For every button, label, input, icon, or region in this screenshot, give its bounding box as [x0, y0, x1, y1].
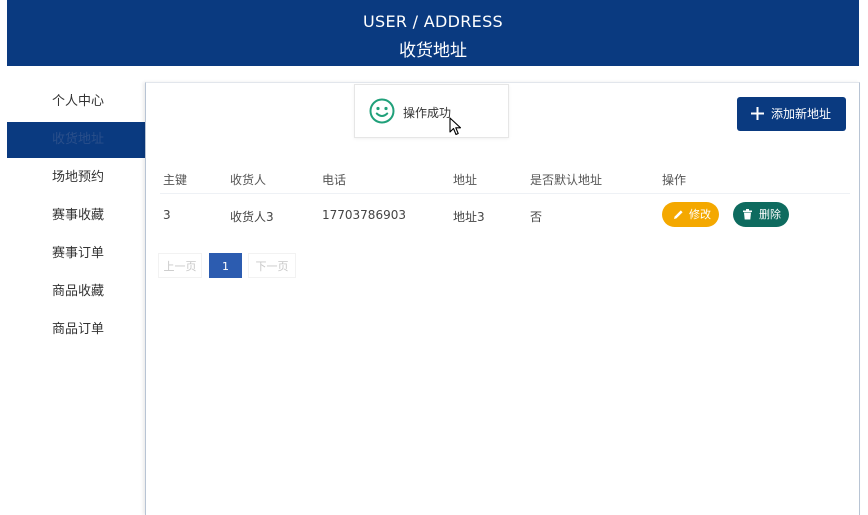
sidebar-item-venue-booking[interactable]: 场地预约 [7, 160, 146, 196]
add-address-button[interactable]: 添加新地址 [737, 97, 846, 131]
add-address-label: 添加新地址 [771, 107, 832, 121]
table-header-phone: 电话 [322, 173, 347, 187]
header-title-en: USER / ADDRESS [363, 12, 503, 31]
content-panel [145, 82, 860, 515]
plus-icon [751, 107, 764, 120]
cell-is-default: 否 [530, 210, 543, 224]
delete-button[interactable]: 删除 [733, 202, 789, 227]
sidebar-item-event-favorites[interactable]: 赛事收藏 [7, 198, 146, 234]
delete-label: 删除 [759, 208, 781, 221]
sidebar-item-personal-center[interactable]: 个人中心 [7, 84, 146, 120]
table-header-id: 主键 [163, 173, 188, 187]
sidebar-item-product-orders[interactable]: 商品订单 [7, 312, 146, 348]
pagination-prev[interactable]: 上一页 [158, 253, 202, 278]
table-header-address: 地址 [453, 173, 478, 187]
sidebar-item-event-orders[interactable]: 赛事订单 [7, 236, 146, 272]
toast-message: 操作成功 [403, 106, 452, 120]
cell-id: 3 [163, 208, 171, 222]
cell-receiver: 收货人3 [230, 210, 274, 224]
table-divider [160, 193, 850, 194]
table-header-actions: 操作 [662, 173, 687, 187]
smile-icon [369, 98, 395, 124]
cell-phone: 17703786903 [322, 208, 406, 222]
trash-icon [743, 209, 752, 220]
edit-button[interactable]: 修改 [662, 202, 719, 227]
mouse-cursor-icon [449, 117, 462, 136]
table-header-receiver: 收货人 [230, 173, 267, 187]
sidebar-item-product-favorites[interactable]: 商品收藏 [7, 274, 146, 310]
sidebar: 个人中心 收货地址 场地预约 赛事收藏 赛事订单 商品收藏 商品订单 [0, 84, 146, 354]
pagination-next[interactable]: 下一页 [248, 253, 296, 278]
pagination-current[interactable]: 1 [209, 253, 242, 278]
table-header-is-default: 是否默认地址 [530, 173, 603, 187]
header-title-cn: 收货地址 [399, 41, 467, 61]
edit-label: 修改 [689, 208, 711, 221]
toast-notification: 操作成功 [354, 84, 509, 138]
sidebar-item-shipping-address[interactable]: 收货地址 [7, 122, 146, 158]
pencil-icon [674, 210, 683, 219]
page-header: USER / ADDRESS 收货地址 [7, 0, 859, 66]
cell-address: 地址3 [453, 210, 485, 224]
